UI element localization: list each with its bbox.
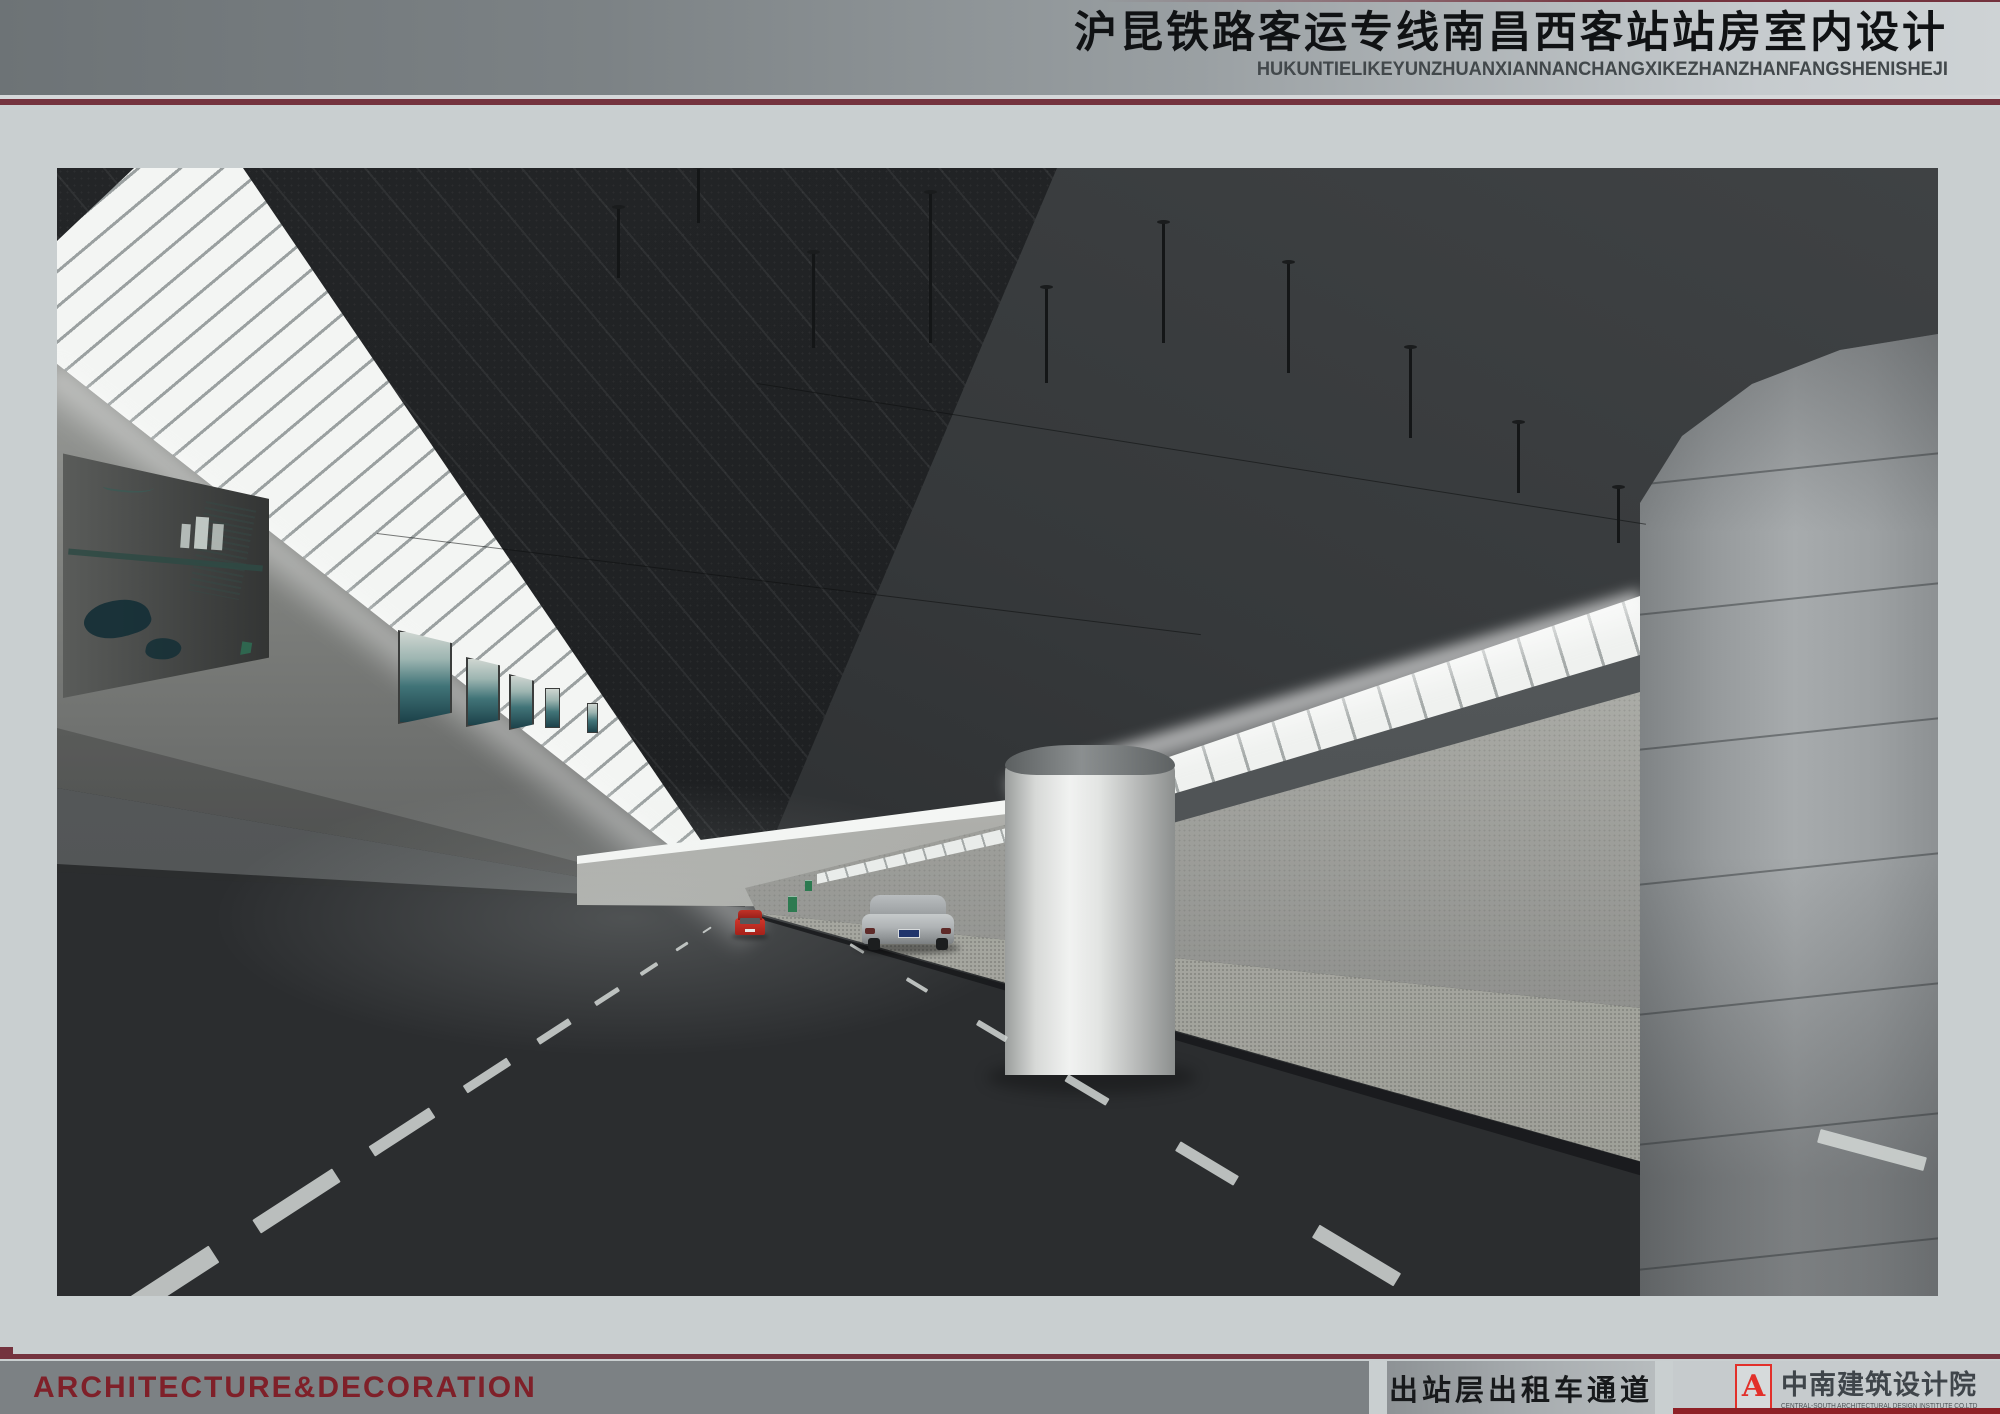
ceiling-rod xyxy=(1162,223,1165,343)
exit-sign-green xyxy=(788,896,797,912)
car-license-plate xyxy=(745,929,755,932)
red-car xyxy=(735,910,765,937)
header-band: 沪昆铁路客运专线南昌西客站站房室内设计 HUKUNTIELIKEYUNZHUAN… xyxy=(0,0,2000,95)
car-rear-window xyxy=(876,899,940,912)
ad-fish-silhouette xyxy=(79,591,154,648)
car-wheel xyxy=(936,938,948,950)
ceiling-rod xyxy=(1287,263,1290,373)
billboard-lightbox-small xyxy=(545,688,560,728)
design-institute-panel: A 中南建筑设计院 CENTRAL-SOUTH ARCHITECTURAL DE… xyxy=(1673,1361,2000,1408)
project-title-pinyin: HUKUNTIELIKEYUNZHUANXIANNANCHANGXIKEZHAN… xyxy=(1109,59,1948,81)
footer-bar: ARCHITECTURE&DECORATION xyxy=(0,1361,1369,1414)
ceiling-rod xyxy=(1409,348,1412,438)
logo-panel-red-underline xyxy=(1673,1408,2000,1414)
csadi-logo-icon: A xyxy=(1735,1364,1772,1410)
ad-fish-silhouette xyxy=(144,636,182,663)
footer-accent-mark xyxy=(0,1347,13,1354)
drawing-caption-panel: 出站层出租车通道 xyxy=(1387,1361,1655,1414)
project-title: 沪昆铁路客运专线南昌西客站站房室内设计 xyxy=(1074,10,1948,57)
ad-building xyxy=(194,516,209,549)
render-image-taxi-passage xyxy=(57,168,1938,1296)
ceiling-rod xyxy=(617,208,620,278)
title-block: 沪昆铁路客运专线南昌西客站站房室内设计 HUKUNTIELIKEYUNZHUAN… xyxy=(1074,10,1948,81)
footer-divider-maroon xyxy=(0,1354,2000,1359)
presentation-board: 沪昆铁路客运专线南昌西客站站房室内设计 HUKUNTIELIKEYUNZHUAN… xyxy=(0,0,2000,1414)
ad-green-tag xyxy=(240,641,252,658)
billboard-lightbox-small xyxy=(509,674,534,730)
car-tail-light xyxy=(865,928,875,934)
ceiling-rod xyxy=(1045,288,1048,383)
design-institute-name-cn: 中南建筑设计院 xyxy=(1781,1363,1996,1402)
ad-building xyxy=(180,523,191,548)
footer-brand-text: ARCHITECTURE&DECORATION xyxy=(33,1371,537,1405)
car-rear-window xyxy=(740,918,760,924)
drawing-caption: 出站层出租车通道 xyxy=(1389,1367,1653,1409)
car-tail-light xyxy=(941,928,951,934)
ad-logo-swoosh xyxy=(103,477,155,496)
design-institute-names: 中南建筑设计院 CENTRAL-SOUTH ARCHITECTURAL DESI… xyxy=(1781,1363,1996,1410)
ad-building xyxy=(211,523,224,550)
ceiling-rod xyxy=(697,168,700,223)
column-center-cap xyxy=(1005,745,1175,775)
billboard-lightbox-small xyxy=(398,630,452,724)
exit-sign-green xyxy=(805,880,812,891)
column-center-cylinder xyxy=(1005,745,1175,1075)
ceiling-rod xyxy=(929,193,932,343)
billboard-lightbox-small xyxy=(466,657,500,727)
car-wheel xyxy=(868,938,880,950)
header-divider-maroon xyxy=(0,99,2000,105)
car-license-plate xyxy=(898,929,920,938)
silver-car xyxy=(862,895,954,950)
header-top-accent-line xyxy=(0,0,2000,2)
csadi-logo-letter: A xyxy=(1742,1372,1765,1402)
ceiling-rod xyxy=(812,253,815,348)
column-distant xyxy=(835,846,863,922)
ceiling-rod xyxy=(1517,423,1520,493)
billboard-lightbox-small xyxy=(587,703,598,733)
ceiling-rod xyxy=(1617,488,1620,543)
